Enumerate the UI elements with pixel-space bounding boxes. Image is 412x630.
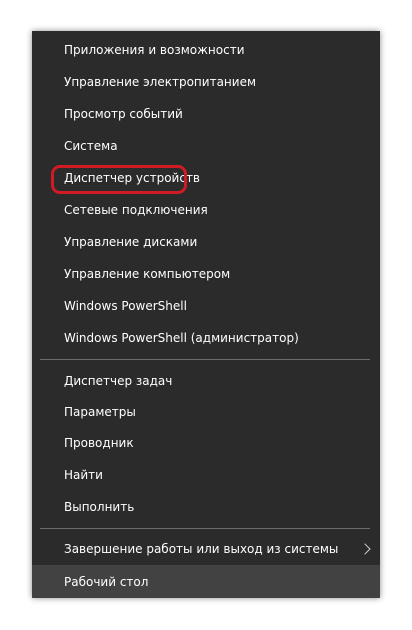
menu-item-shutdown-signout[interactable]: Завершение работы или выход из системы: [32, 534, 380, 564]
menu-item-disk-management[interactable]: Управление дисками: [32, 227, 380, 257]
menu-item-computer-management[interactable]: Управление компьютером: [32, 259, 380, 289]
menu-item-power-options[interactable]: Управление электропитанием: [32, 67, 380, 97]
menu-item-powershell-admin[interactable]: Windows PowerShell (администратор): [32, 323, 380, 353]
menu-separator: [40, 528, 370, 529]
menu-item-system[interactable]: Система: [32, 131, 380, 161]
menu-item-label: Диспетчер устройств: [64, 171, 201, 185]
menu-item-label: Найти: [64, 468, 103, 482]
menu-item-search[interactable]: Найти: [32, 460, 380, 490]
menu-separator: [40, 359, 370, 360]
winx-context-menu: Приложения и возможности Управление элек…: [32, 31, 380, 598]
menu-item-label: Система: [64, 139, 118, 153]
menu-item-label: Управление дисками: [64, 235, 198, 249]
menu-item-label: Завершение работы или выход из системы: [64, 542, 339, 556]
menu-item-label: Параметры: [64, 405, 136, 419]
menu-item-label: Windows PowerShell (администратор): [64, 331, 299, 345]
menu-item-network-connections[interactable]: Сетевые подключения: [32, 195, 380, 225]
menu-item-task-manager[interactable]: Диспетчер задач: [32, 366, 380, 396]
menu-item-label: Управление электропитанием: [64, 75, 256, 89]
menu-item-label: Просмотр событий: [64, 107, 183, 121]
menu-item-apps-features[interactable]: Приложения и возможности: [32, 35, 380, 65]
menu-item-device-manager[interactable]: Диспетчер устройств: [32, 163, 380, 193]
menu-item-label: Windows PowerShell: [64, 299, 187, 313]
menu-item-label: Сетевые подключения: [64, 203, 208, 217]
menu-item-event-viewer[interactable]: Просмотр событий: [32, 99, 380, 129]
menu-item-run[interactable]: Выполнить: [32, 492, 380, 522]
menu-item-settings[interactable]: Параметры: [32, 397, 380, 427]
menu-item-powershell[interactable]: Windows PowerShell: [32, 291, 380, 321]
menu-item-label: Управление компьютером: [64, 267, 231, 281]
menu-item-label: Рабочий стол: [64, 574, 149, 589]
menu-item-label: Диспетчер задач: [64, 374, 173, 388]
menu-item-label: Проводник: [64, 436, 134, 450]
menu-item-label: Приложения и возможности: [64, 43, 245, 57]
menu-item-file-explorer[interactable]: Проводник: [32, 428, 380, 458]
menu-item-desktop[interactable]: Рабочий стол: [32, 565, 380, 598]
menu-item-label: Выполнить: [64, 500, 135, 514]
chevron-right-icon: [359, 543, 371, 555]
